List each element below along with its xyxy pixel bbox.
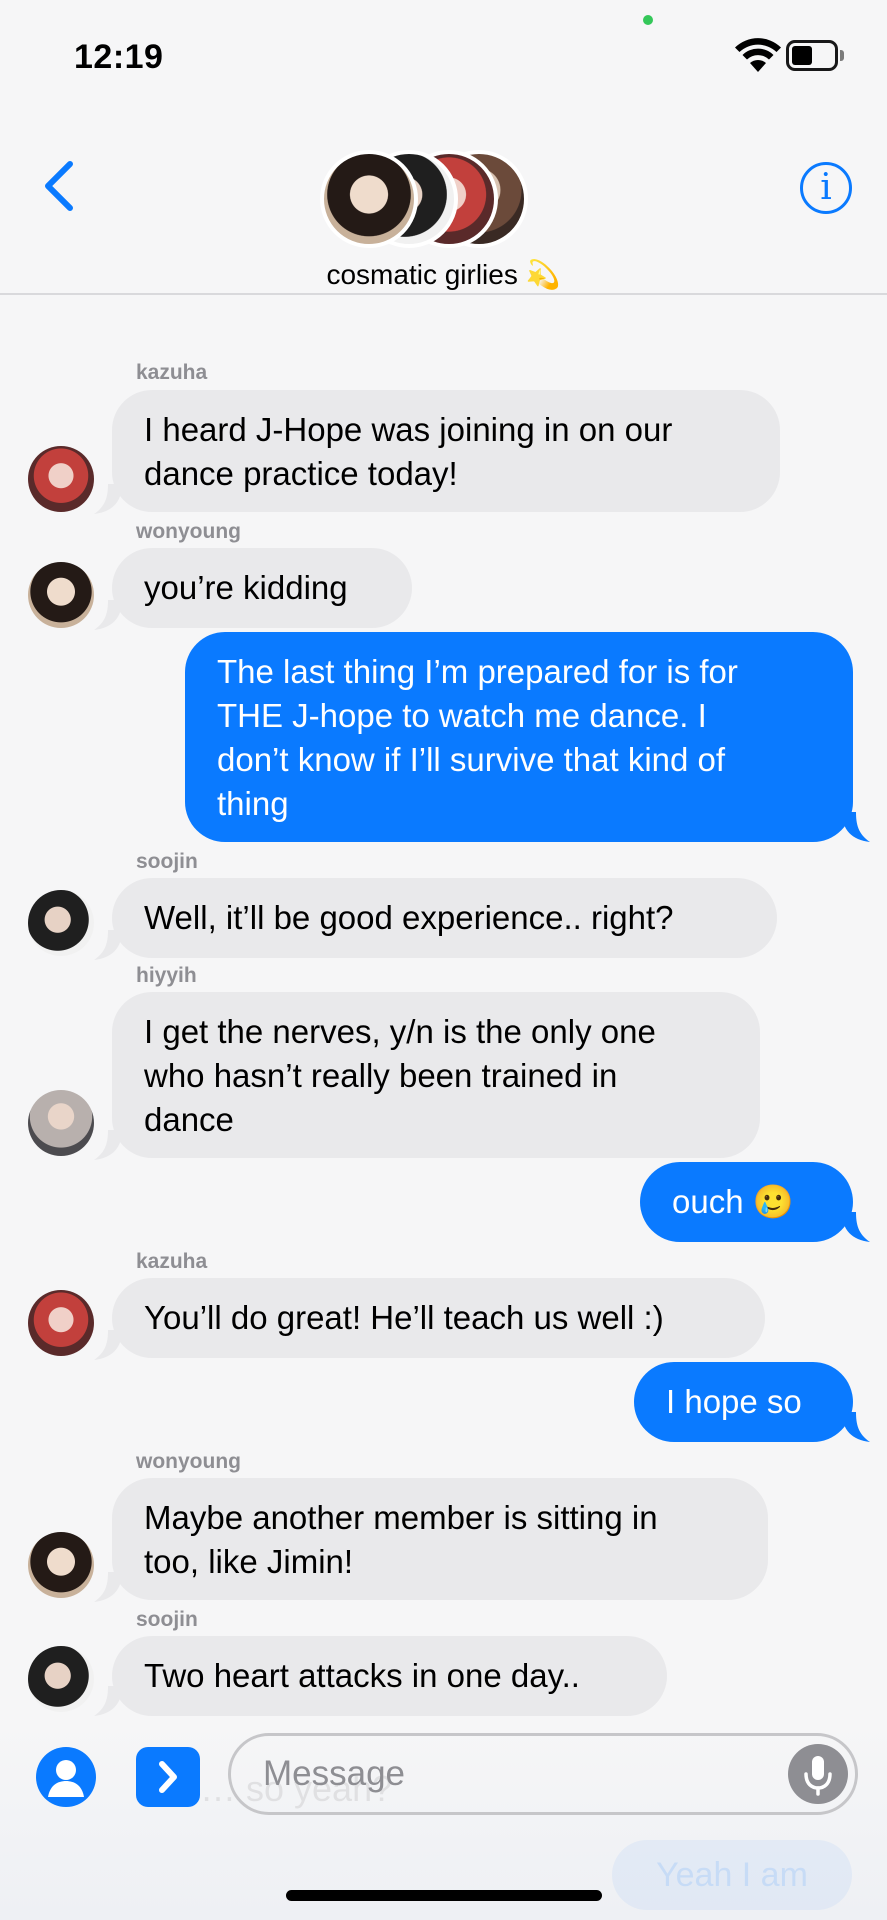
- message-line: THE J-hope to watch me dance. I: [217, 697, 707, 734]
- bubble-tail: [94, 930, 122, 960]
- group-name-text: cosmatic girlies: [326, 259, 518, 290]
- person-icon: [48, 1760, 84, 1797]
- camera-indicator-icon: [643, 15, 653, 25]
- message-line: I hope so: [666, 1383, 802, 1420]
- info-icon: i: [820, 167, 832, 208]
- info-button[interactable]: i: [800, 162, 852, 214]
- avatar-wonyoung[interactable]: [28, 562, 94, 628]
- microphone-icon: [804, 1756, 832, 1796]
- sender-name: kazuha: [136, 361, 208, 384]
- message-line: Maybe another member is sitting in: [144, 1499, 658, 1536]
- home-indicator[interactable]: [286, 1890, 602, 1901]
- conversation-header: cosmatic girlies 💫 i: [0, 110, 887, 295]
- message-line: I heard J-Hope was joining in on our: [144, 411, 673, 448]
- message-line: dance: [144, 1101, 234, 1138]
- contact-button[interactable]: [36, 1747, 96, 1807]
- message-line: thing: [217, 785, 289, 822]
- microphone-button[interactable]: [788, 1744, 848, 1804]
- outgoing-message[interactable]: The last thing I’m prepared for is for T…: [185, 632, 853, 842]
- status-bar: 12:19: [0, 0, 887, 110]
- avatar-soojin[interactable]: [28, 890, 94, 956]
- incoming-message[interactable]: You’ll do great! He’ll teach us well :): [112, 1278, 765, 1358]
- bubble-tail: [94, 1572, 122, 1602]
- message-line: The last thing I’m prepared for is for: [217, 653, 738, 690]
- message-line: I get the nerves, y/n is the only one: [144, 1013, 656, 1050]
- sender-name: kazuha: [136, 1250, 208, 1273]
- incoming-message[interactable]: Maybe another member is sitting in too, …: [112, 1478, 768, 1600]
- message-line: don’t know if I’ll survive that kind of: [217, 741, 726, 778]
- group-name[interactable]: cosmatic girlies 💫: [0, 258, 887, 291]
- incoming-message[interactable]: Two heart attacks in one day..: [112, 1636, 667, 1716]
- bubble-tail: [94, 600, 122, 630]
- battery-icon: [786, 40, 844, 71]
- message-line: dance practice today!: [144, 455, 458, 492]
- message-line: too, like Jimin!: [144, 1543, 354, 1580]
- incoming-message[interactable]: I get the nerves, y/n is the only one wh…: [112, 992, 760, 1158]
- status-time: 12:19: [74, 38, 164, 76]
- sender-name: soojin: [136, 1608, 198, 1631]
- message-line: who hasn’t really been trained in: [144, 1057, 618, 1094]
- bubble-tail: [842, 1212, 870, 1242]
- group-avatar-stack[interactable]: [320, 150, 540, 250]
- incoming-message[interactable]: I heard J-Hope was joining in on our dan…: [112, 390, 780, 512]
- message-line: Two heart attacks in one day..: [144, 1657, 580, 1694]
- sender-name: soojin: [136, 850, 198, 873]
- bubble-tail: [842, 1412, 870, 1442]
- avatar-kazuha[interactable]: [28, 1290, 94, 1356]
- message-line: You’ll do great! He’ll teach us well :): [144, 1299, 664, 1336]
- avatar-hiyyih[interactable]: [28, 1090, 94, 1156]
- message-line: you’re kidding: [144, 569, 348, 606]
- avatar-kazuha[interactable]: [28, 446, 94, 512]
- message-input[interactable]: [228, 1733, 858, 1815]
- wifi-icon: [735, 38, 781, 72]
- avatar-soojin[interactable]: [28, 1646, 94, 1712]
- bubble-tail: [842, 812, 870, 842]
- message-list[interactable]: kazuha I heard J-Hope was joining in on …: [0, 300, 887, 1720]
- sender-name: wonyoung: [136, 520, 241, 543]
- back-chevron-icon[interactable]: [40, 158, 80, 214]
- message-line: ouch 🥲: [672, 1183, 794, 1220]
- background-message-bubble: Yeah I am: [612, 1840, 852, 1910]
- bubble-tail: [94, 1330, 122, 1360]
- incoming-message[interactable]: you’re kidding: [112, 548, 412, 628]
- avatar: [320, 150, 418, 248]
- outgoing-message[interactable]: I hope so: [634, 1362, 853, 1442]
- incoming-message[interactable]: Well, it’ll be good experience.. right?: [112, 878, 777, 958]
- dizzy-emoji: 💫: [525, 259, 561, 290]
- composer-bar: … so yeah? Yeah I am: [0, 1720, 887, 1920]
- avatar-wonyoung[interactable]: [28, 1532, 94, 1598]
- outgoing-message[interactable]: ouch 🥲: [640, 1162, 853, 1242]
- chevron-right-icon: [159, 1761, 177, 1793]
- sender-name: wonyoung: [136, 1450, 241, 1473]
- bubble-tail: [94, 1686, 122, 1716]
- bubble-tail: [94, 1130, 122, 1160]
- message-line: Well, it’ll be good experience.. right?: [144, 899, 674, 936]
- apps-expand-button[interactable]: [136, 1747, 200, 1807]
- sender-name: hiyyih: [136, 964, 197, 987]
- bubble-tail: [94, 484, 122, 514]
